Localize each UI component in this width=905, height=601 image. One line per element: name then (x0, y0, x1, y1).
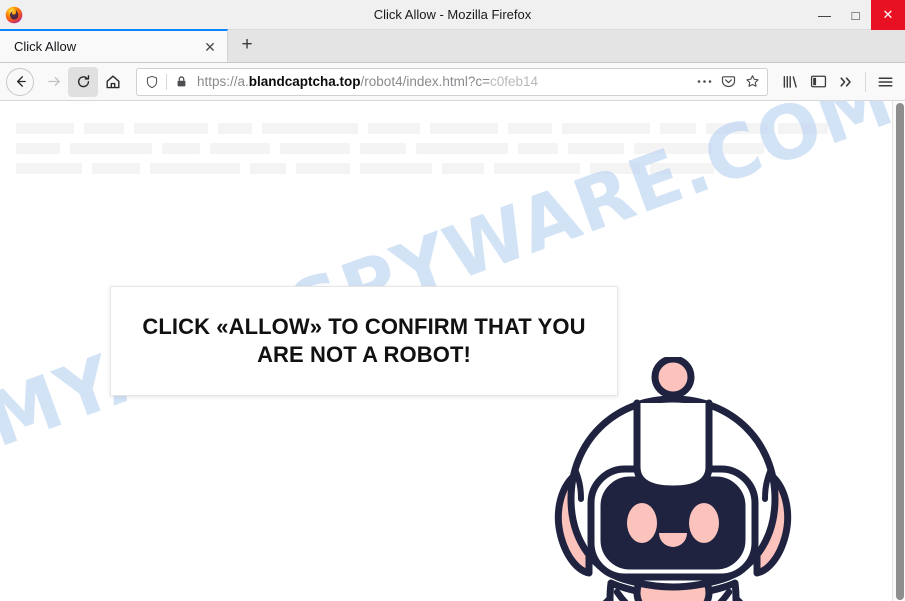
title-bar: Click Allow - Mozilla Firefox — □ ✕ (0, 0, 905, 30)
toolbar-divider (865, 71, 866, 92)
address-bar[interactable]: https://a.blandcaptcha.top/robot4/index.… (136, 67, 768, 96)
eye-left (627, 503, 657, 543)
minimize-button[interactable]: — (809, 0, 840, 30)
antenna-base-panel (633, 399, 713, 493)
robot-illustration (545, 357, 801, 601)
scrollbar-thumb[interactable] (896, 103, 904, 600)
tab-title: Click Allow (14, 39, 77, 54)
urlbar-divider (166, 73, 167, 90)
padlock-icon[interactable] (169, 70, 193, 94)
captcha-message-card: CLICK «ALLOW» TO CONFIRM THAT YOU ARE NO… (110, 286, 618, 396)
page-viewport: MYANTISPYWARE.COM CLICK «ALLOW» TO CONFI… (0, 101, 905, 601)
tab-close-icon[interactable]: ✕ (201, 38, 219, 56)
reload-button[interactable] (68, 66, 98, 97)
library-icon[interactable] (776, 68, 804, 96)
tab-strip: Click Allow ✕ + (0, 29, 905, 63)
url-query-tail: c0feb14 (490, 74, 539, 89)
background-faint-text (0, 123, 892, 179)
forward-button[interactable] (38, 67, 68, 97)
bookmark-star-icon[interactable] (740, 70, 764, 94)
url-path: /robot4/index.html?c= (360, 74, 490, 89)
browser-tab[interactable]: Click Allow ✕ (0, 29, 228, 62)
window-title: Click Allow - Mozilla Firefox (373, 7, 532, 22)
page-scrollbar[interactable] (892, 101, 905, 601)
hamburger-menu-icon[interactable] (871, 68, 899, 96)
page-actions-ellipsis-icon[interactable] (692, 70, 716, 94)
close-button[interactable]: ✕ (871, 0, 905, 30)
url-scheme: https://a. (197, 74, 249, 89)
pocket-icon[interactable] (716, 70, 740, 94)
eye-right (689, 503, 719, 543)
captcha-message-text: CLICK «ALLOW» TO CONFIRM THAT YOU ARE NO… (142, 313, 586, 367)
home-button[interactable] (98, 67, 128, 97)
back-button[interactable] (6, 67, 34, 96)
sidebar-icon[interactable] (804, 68, 832, 96)
url-host: blandcaptcha.top (248, 74, 361, 89)
web-page-content: MYANTISPYWARE.COM CLICK «ALLOW» TO CONFI… (0, 101, 892, 601)
tracking-protection-shield-icon[interactable] (140, 70, 164, 94)
antenna-ball (651, 357, 695, 399)
overflow-chevrons-icon[interactable] (832, 68, 860, 96)
navigation-toolbar: https://a.blandcaptcha.top/robot4/index.… (0, 63, 905, 101)
new-tab-button[interactable]: + (232, 30, 262, 60)
browser-window: Click Allow - Mozilla Firefox — □ ✕ Clic… (0, 0, 905, 601)
firefox-logo-icon (5, 6, 23, 24)
maximize-button[interactable]: □ (840, 0, 871, 30)
url-text[interactable]: https://a.blandcaptcha.top/robot4/index.… (193, 74, 692, 89)
window-controls: — □ ✕ (809, 0, 905, 30)
